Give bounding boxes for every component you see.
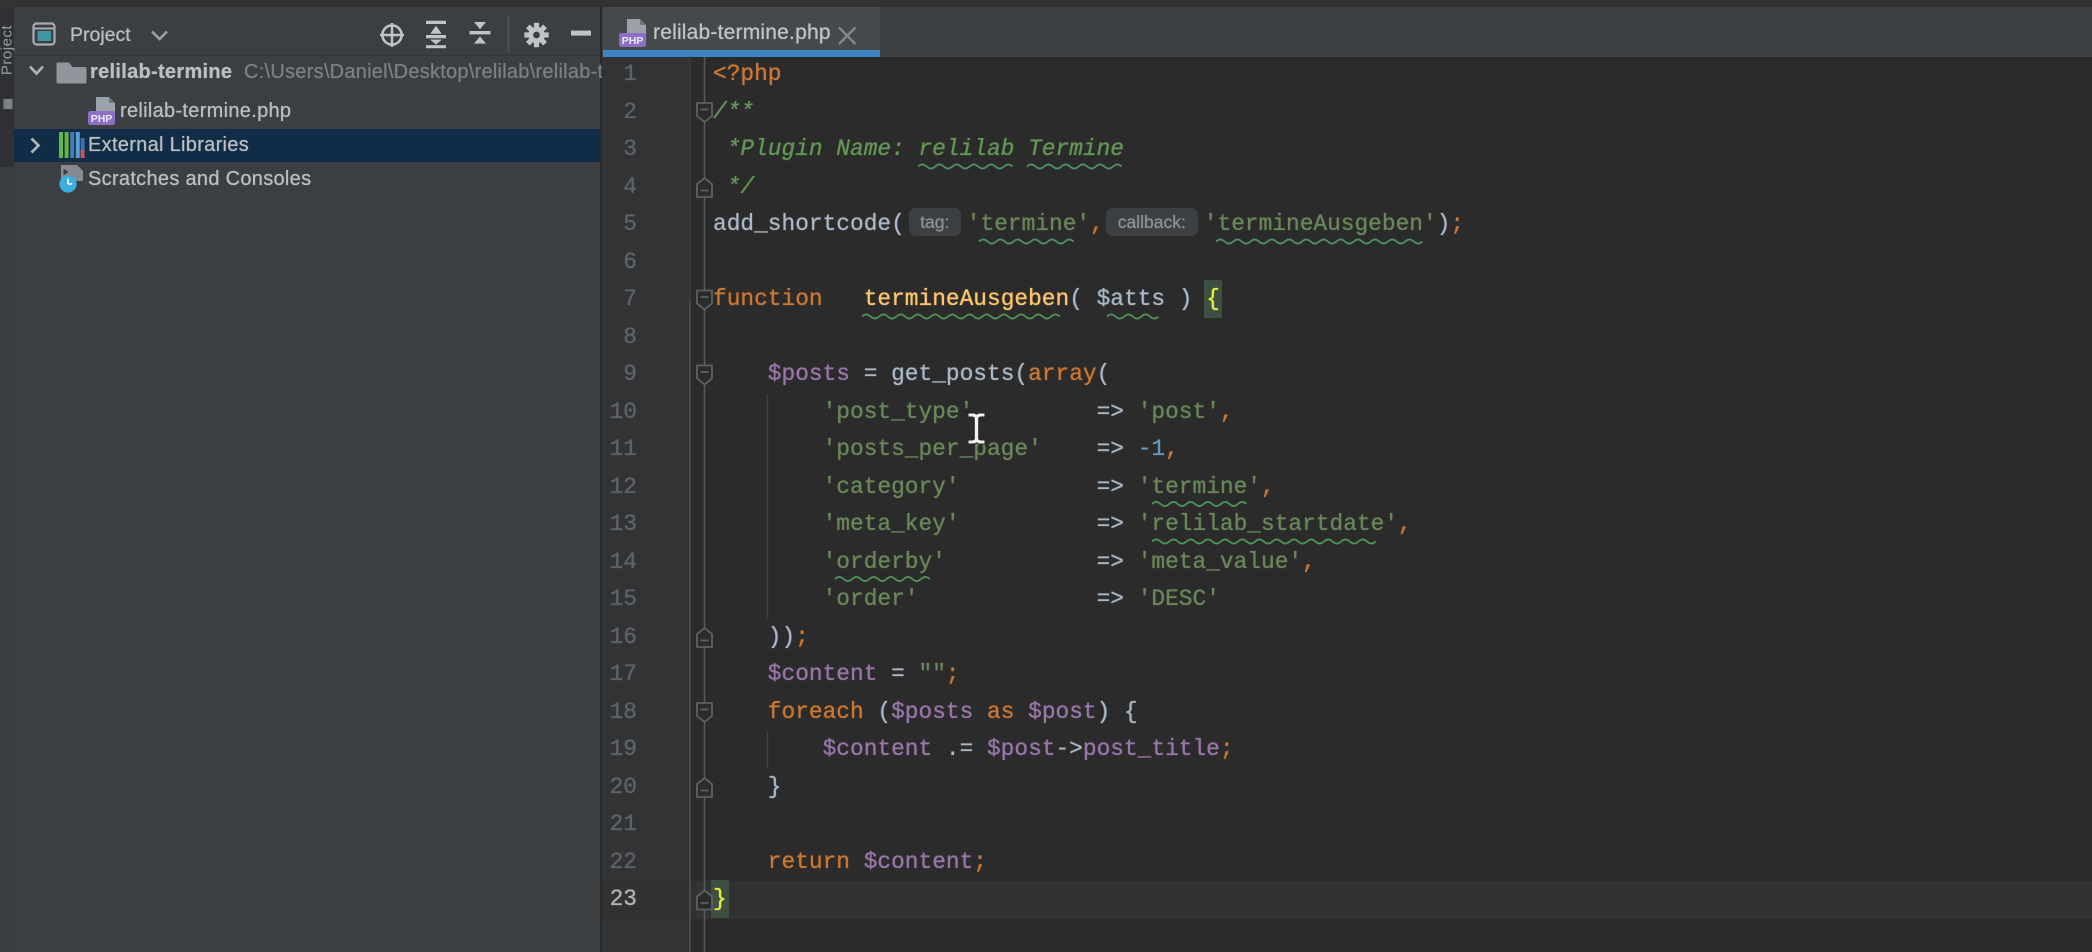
svg-text:PHP: PHP <box>91 113 113 125</box>
svg-text:PHP: PHP <box>622 35 644 47</box>
